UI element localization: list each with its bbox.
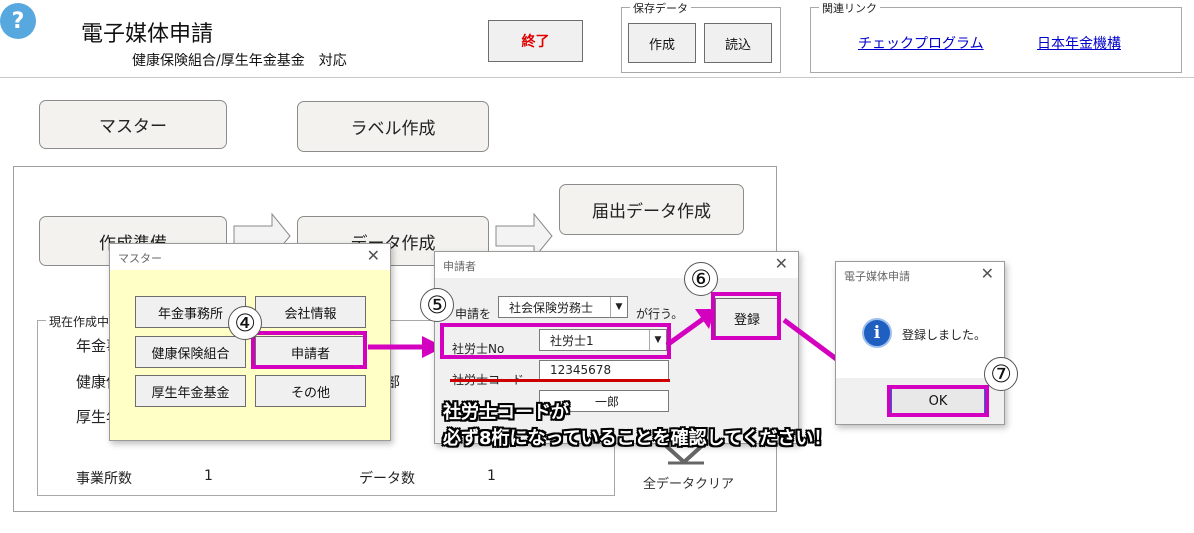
applicant-type-select[interactable]: 社会保険労務士 ▼ (498, 296, 628, 318)
label-create-button[interactable]: ラベル作成 (297, 101, 489, 152)
app-subtitle: 健康保険組合/厚生年金基金 対応 (132, 53, 347, 69)
close-icon[interactable]: ✕ (981, 264, 994, 283)
applicant-dialog-title: 申請者 (443, 260, 476, 273)
other-button[interactable]: その他 (255, 375, 366, 407)
company-info-button[interactable]: 会社情報 (255, 296, 366, 328)
data-count-label: データ数 (359, 471, 415, 487)
save-data-legend: 保存データ (630, 0, 691, 16)
master-button[interactable]: マスター (39, 100, 227, 149)
close-icon[interactable]: ✕ (367, 246, 380, 265)
create-button[interactable]: 作成 (628, 23, 696, 63)
link-check-program[interactable]: チェックプログラム (858, 33, 984, 53)
chevron-down-icon[interactable]: ▼ (610, 297, 627, 317)
highlight-sharoushi-no (440, 323, 671, 359)
app-title: 電子媒体申請 (81, 22, 214, 47)
clear-all-button[interactable]: 全データクリア (643, 473, 734, 492)
help-icon[interactable]: ? (0, 3, 36, 39)
current-work-legend: 現在作成中 (46, 313, 113, 330)
step6-marker: ⑥ (684, 262, 718, 296)
related-links-legend: 関連リンク (819, 0, 880, 16)
confirm-dialog-titlebar: 電子媒体申請 ✕ (836, 262, 1004, 288)
apply-prefix-label: 申請を (455, 307, 492, 321)
step7-marker: ⑦ (984, 357, 1018, 391)
header-divider (0, 77, 1194, 78)
master-dialog-titlebar: マスター ✕ (110, 244, 390, 270)
office-count-value: 1 (204, 468, 213, 484)
note-line-1: 社労士コードが (443, 402, 569, 423)
close-icon[interactable]: ✕ (775, 254, 788, 273)
code-underline (450, 379, 670, 382)
highlight-ok (887, 385, 989, 417)
link-japan-pension[interactable]: 日本年金機構 (1037, 33, 1121, 53)
submit-data-button[interactable]: 届出データ作成 (559, 184, 744, 235)
step5-marker: ⑤ (420, 288, 454, 322)
step4-marker: ④ (228, 306, 262, 340)
load-button[interactable]: 読込 (704, 23, 772, 63)
health-insurance-button[interactable]: 健康保険組合 (135, 336, 246, 368)
sharoushi-name-value: 一郎 (595, 395, 620, 409)
highlight-register (711, 292, 781, 340)
confirm-dialog-title: 電子媒体申請 (844, 270, 910, 283)
applicant-dialog-titlebar: 申請者 ✕ (435, 252, 798, 278)
pointer-arrow-icon (665, 309, 715, 348)
master-dialog-title: マスター (118, 252, 162, 265)
office-count-label: 事業所数 (76, 471, 132, 487)
note-line-2: 必ず8桁になっていることを確認してください！ (443, 428, 832, 449)
welfare-fund-button[interactable]: 厚生年金基金 (135, 375, 246, 407)
highlight-applicant (251, 331, 367, 369)
exit-button[interactable]: 終了 (488, 20, 583, 62)
confirm-message: 登録しました。 (902, 328, 987, 342)
applicant-type-value: 社会保険労務士 (509, 301, 594, 315)
data-count-value: 1 (487, 468, 496, 484)
info-icon: i (862, 318, 892, 348)
